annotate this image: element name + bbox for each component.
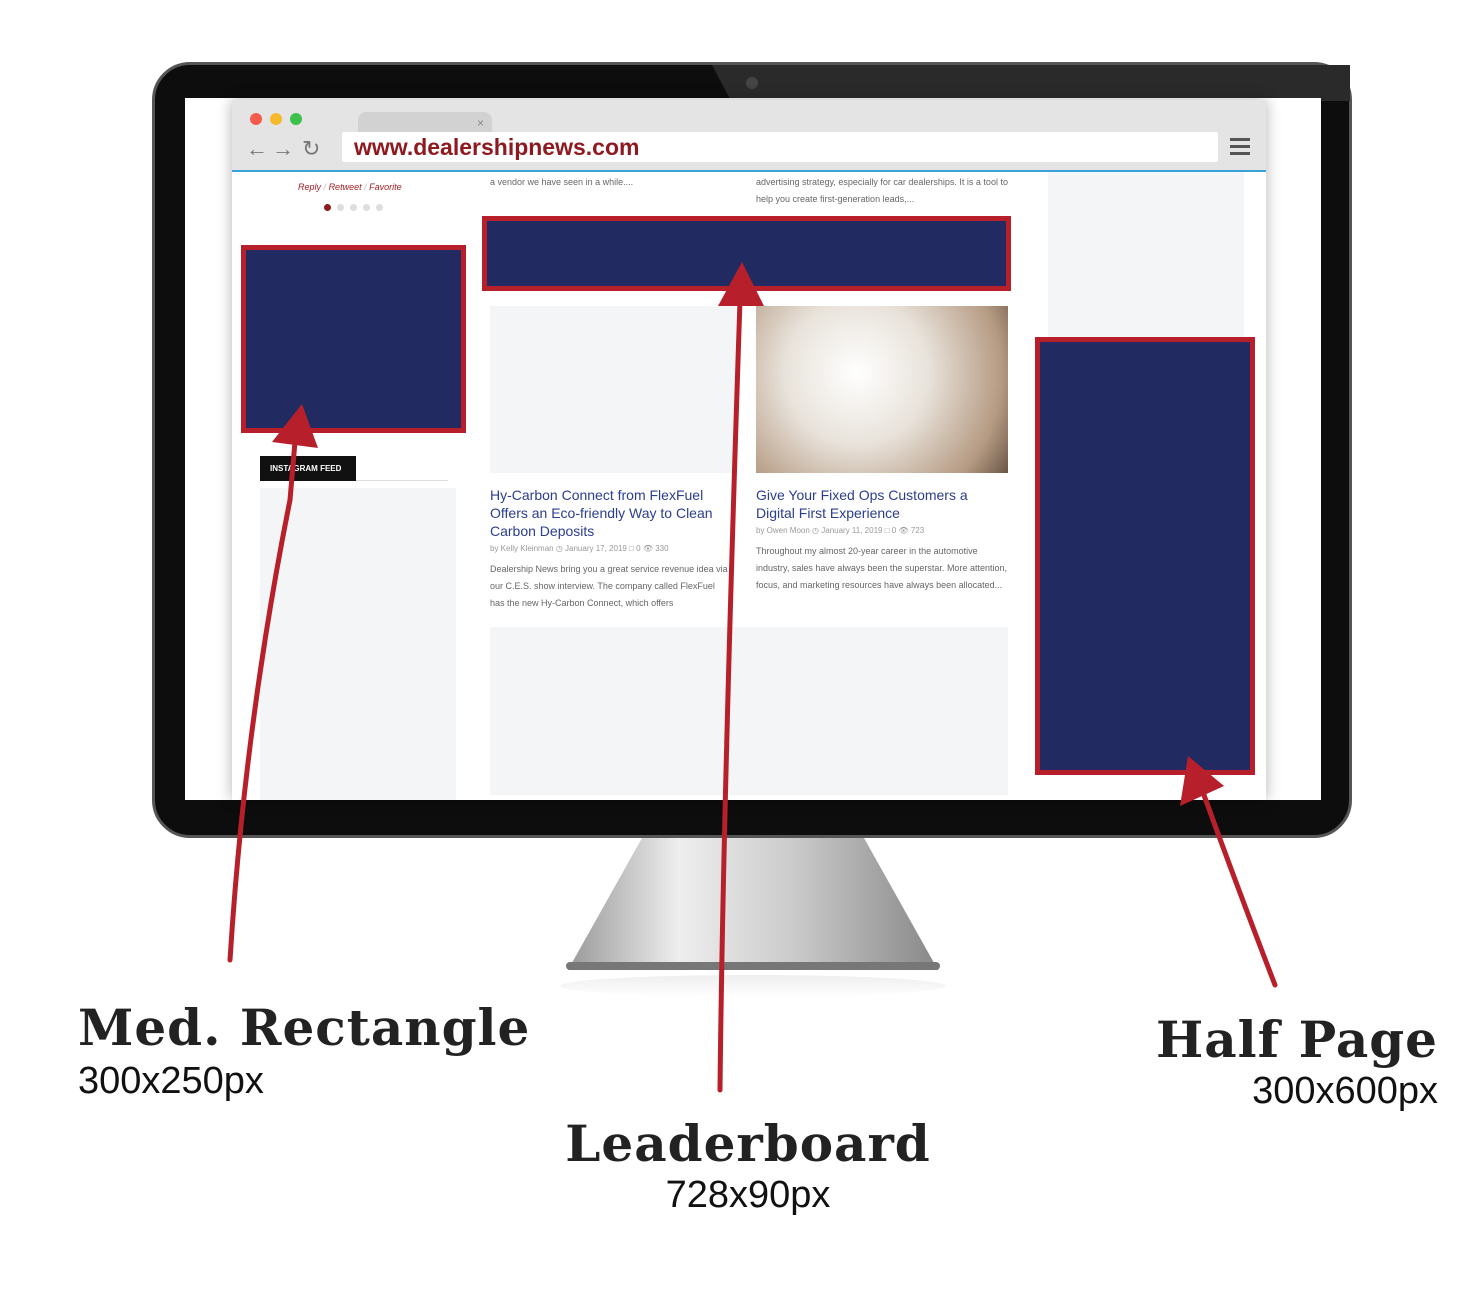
leaderboard-size: 728x90px	[665, 1174, 831, 1216]
med-rectangle-size: 300x250px	[78, 1060, 264, 1102]
half-page-size: 300x600px	[1252, 1070, 1438, 1112]
leaderboard-label: Leaderboard	[565, 1114, 931, 1173]
half-page-arrow	[1192, 767, 1278, 988]
med-rectangle-arrow	[227, 427, 299, 963]
half-page-label: Half Page	[1156, 1010, 1438, 1069]
arrowhead-icon	[1180, 756, 1224, 806]
arrowhead-icon	[272, 404, 318, 448]
arrowhead-icon	[718, 262, 764, 306]
med-rectangle-label: Med. Rectangle	[78, 998, 531, 1057]
leaderboard-arrow	[717, 297, 743, 1093]
